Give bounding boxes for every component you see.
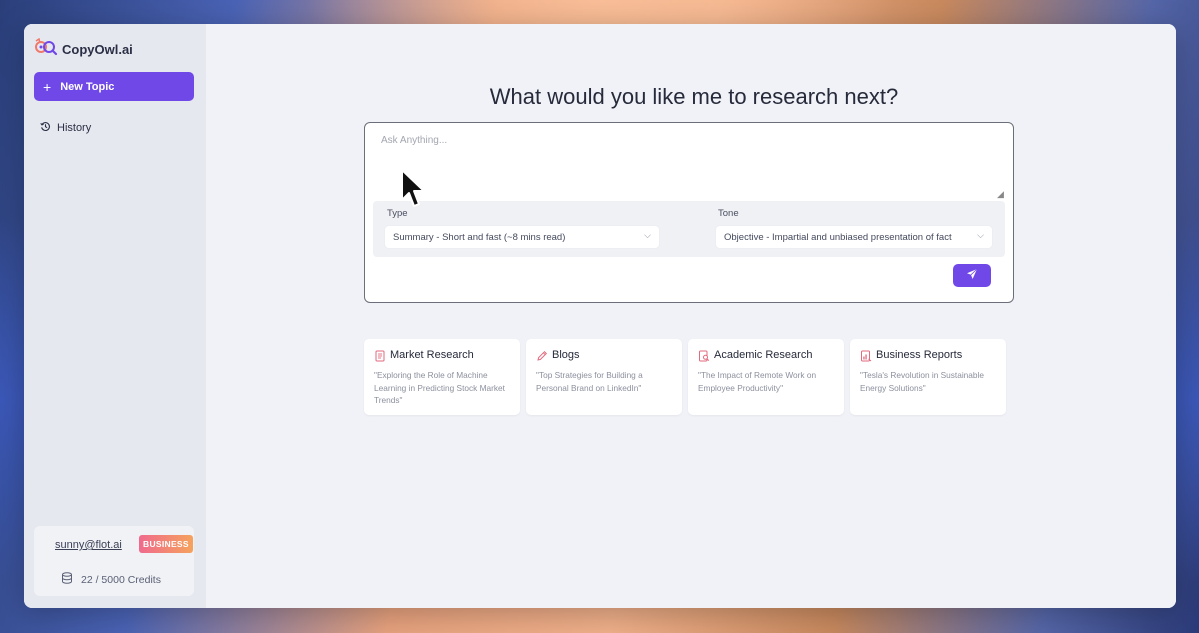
search-input[interactable] <box>379 133 1003 197</box>
card-description: "Tesla's Revolution in Sustainable Energ… <box>860 370 984 393</box>
card-academic-research[interactable]: Academic Research "The Impact of Remote … <box>688 339 844 415</box>
history-icon <box>40 121 51 135</box>
card-description: "Top Strategies for Building a Personal … <box>536 370 643 393</box>
card-description: "The Impact of Remote Work on Employee P… <box>698 370 817 393</box>
example-cards: Market Research "Exploring the Role of M… <box>364 339 1006 415</box>
chevron-down-icon: ⌵ <box>977 230 984 240</box>
database-icon <box>61 572 73 587</box>
main-content: What would you like me to research next?… <box>206 24 1176 608</box>
sidebar-item-history[interactable]: History <box>40 121 91 135</box>
search-document-icon <box>698 349 710 367</box>
tone-select[interactable]: Objective - Impartial and unbiased prese… <box>716 226 992 248</box>
card-title: Business Reports <box>876 349 963 361</box>
options-panel: Type Summary - Short and fast (~8 mins r… <box>373 201 1005 257</box>
resize-handle-icon[interactable]: ◢ <box>997 189 1004 200</box>
tone-selected: Objective - Impartial and unbiased prese… <box>724 231 952 243</box>
credits-text: 22 / 5000 Credits <box>81 573 161 586</box>
card-description: "Exploring the Role of Machine Learning … <box>374 370 505 405</box>
document-icon <box>374 349 386 367</box>
app-window: CopyOwl.ai + New Topic History sunny@flo… <box>24 24 1176 608</box>
card-title: Blogs <box>552 349 580 361</box>
sidebar: CopyOwl.ai + New Topic History sunny@flo… <box>24 24 206 608</box>
page-title: What would you like me to research next? <box>489 84 899 109</box>
logo[interactable]: CopyOwl.ai <box>34 37 133 61</box>
chart-icon <box>860 349 872 367</box>
card-blogs[interactable]: Blogs "Top Strategies for Building a Per… <box>526 339 682 415</box>
card-title: Academic Research <box>714 349 813 361</box>
plus-icon: + <box>43 78 52 95</box>
mouse-cursor-icon <box>400 168 426 215</box>
send-button[interactable] <box>953 264 991 287</box>
plan-badge: BUSINESS <box>139 535 193 553</box>
new-topic-label: New Topic <box>60 80 115 93</box>
card-business-reports[interactable]: Business Reports "Tesla's Revolution in … <box>850 339 1006 415</box>
history-label: History <box>57 122 92 134</box>
type-selected: Summary - Short and fast (~8 mins read) <box>393 231 566 243</box>
credits-display: 22 / 5000 Credits <box>61 572 161 587</box>
research-form: ◢ Type Summary - Short and fast (~8 mins… <box>364 122 1014 303</box>
user-email[interactable]: sunny@flot.ai <box>55 539 122 551</box>
app-name: CopyOwl.ai <box>62 42 133 57</box>
chevron-down-icon: ⌵ <box>644 230 651 240</box>
new-topic-button[interactable]: + New Topic <box>34 72 194 101</box>
account-panel: sunny@flot.ai BUSINESS 22 / 5000 Credits <box>34 526 194 596</box>
tone-label: Tone <box>718 208 739 219</box>
owl-logo-icon <box>34 37 58 61</box>
type-select[interactable]: Summary - Short and fast (~8 mins read) … <box>385 226 659 248</box>
card-title: Market Research <box>390 349 474 361</box>
card-market-research[interactable]: Market Research "Exploring the Role of M… <box>364 339 520 415</box>
pencil-icon <box>536 349 548 367</box>
send-icon <box>966 267 978 285</box>
